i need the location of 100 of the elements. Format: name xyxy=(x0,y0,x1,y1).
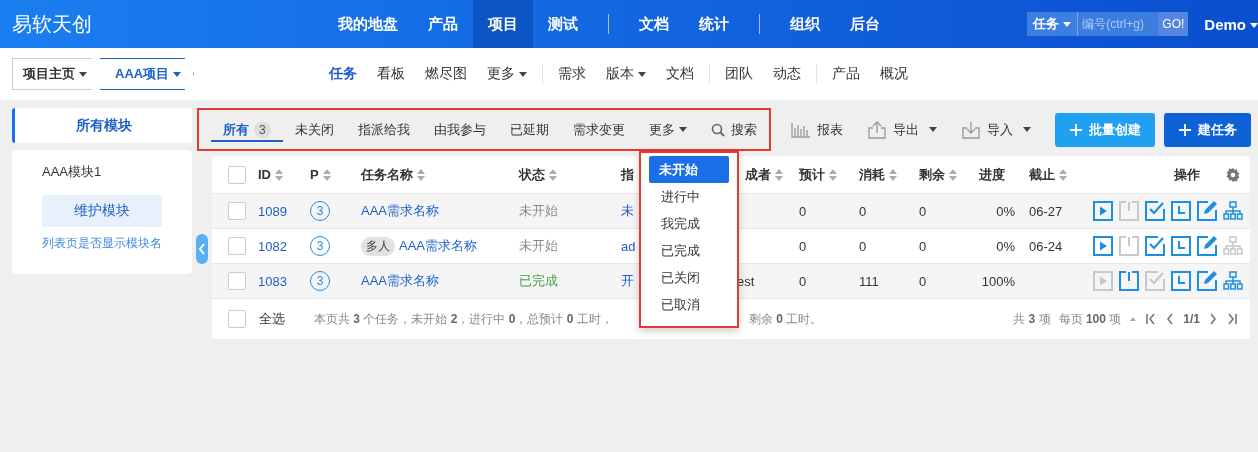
row-checkbox[interactable] xyxy=(228,272,246,290)
column-header[interactable]: ID xyxy=(258,167,271,182)
report-button[interactable]: 报表 xyxy=(790,120,843,139)
filter-tab[interactable]: 未关闭 xyxy=(282,110,346,149)
settings-icon[interactable] xyxy=(1226,167,1240,182)
column-header[interactable]: 状态 xyxy=(519,165,545,184)
task-name[interactable]: AAA需求名称 xyxy=(399,237,477,255)
import-button[interactable]: 导入 xyxy=(960,120,1031,139)
column-header[interactable]: 截止 xyxy=(1029,165,1055,184)
go-button[interactable]: GO! xyxy=(1158,12,1189,36)
clock-icon[interactable] xyxy=(1171,236,1191,256)
nav-tab[interactable]: 项目 xyxy=(473,0,534,48)
more-tab[interactable]: 更多 xyxy=(636,110,699,149)
column-header[interactable]: 指 xyxy=(621,165,634,184)
sort-icon[interactable] xyxy=(889,168,897,181)
column-header[interactable]: 剩余 xyxy=(919,165,945,184)
menu-item[interactable]: 未开始 xyxy=(648,156,729,183)
previous-page-icon[interactable] xyxy=(1165,313,1176,325)
search-field[interactable]: 编号(ctrl+g) xyxy=(1078,12,1159,36)
nav-tab[interactable]: 后台 xyxy=(835,0,896,48)
type-select[interactable]: 任务 xyxy=(1027,12,1079,36)
task-name[interactable]: AAA需求名称 xyxy=(361,272,439,290)
sort-icon[interactable] xyxy=(775,168,783,181)
checkbox[interactable] xyxy=(228,165,246,184)
edit-icon[interactable] xyxy=(1197,236,1217,256)
module-tab[interactable]: 所有模块 xyxy=(12,108,192,143)
nav-tab[interactable]: 版本 xyxy=(596,65,656,83)
nav-tab[interactable]: 任务 xyxy=(319,65,367,83)
assignee[interactable]: ad xyxy=(621,238,636,254)
first-page-icon[interactable] xyxy=(1145,313,1158,325)
nav-tab[interactable]: 我的地盘 xyxy=(323,0,414,48)
assignee[interactable]: 未 xyxy=(621,202,634,220)
nav-tab[interactable]: 燃尽图 xyxy=(415,65,477,83)
nav-tab[interactable]: 测试 xyxy=(533,0,594,48)
page-size-select[interactable]: 每页 100 项 xyxy=(1058,310,1122,328)
tree-icon[interactable] xyxy=(1223,201,1243,221)
next-page-icon[interactable] xyxy=(1208,313,1218,325)
column-header[interactable]: P xyxy=(310,167,319,182)
sort-icon[interactable] xyxy=(322,168,331,181)
nav-tab[interactable]: 产品 xyxy=(822,65,870,83)
edit-icon[interactable] xyxy=(1197,271,1217,291)
tree-icon[interactable] xyxy=(1223,271,1243,291)
finish-icon[interactable] xyxy=(1119,271,1139,291)
search-tab[interactable]: 搜索 xyxy=(698,110,769,149)
check-icon[interactable] xyxy=(1145,236,1165,256)
user-menu[interactable]: Demo xyxy=(1204,15,1258,33)
sort-icon[interactable] xyxy=(949,168,957,181)
filter-tab[interactable]: 由我参与 xyxy=(421,110,498,149)
clock-icon[interactable] xyxy=(1171,271,1191,291)
column-header[interactable]: 消耗 xyxy=(859,165,885,184)
nav-tab[interactable]: 更多 xyxy=(477,65,537,83)
nav-tab[interactable]: 文档 xyxy=(624,0,685,48)
row-checkbox[interactable] xyxy=(228,237,246,255)
nav-tab[interactable]: 需求 xyxy=(548,65,596,83)
breadcrumb[interactable]: AAA项目 xyxy=(100,58,194,90)
nav-tab[interactable]: 统计 xyxy=(684,0,745,48)
filter-tab[interactable]: 指派给我 xyxy=(345,110,422,149)
task-id[interactable]: 1089 xyxy=(258,203,287,219)
nav-tab[interactable]: 文档 xyxy=(656,65,704,83)
nav-tab[interactable]: 组织 xyxy=(775,0,836,48)
menu-item[interactable]: 我完成 xyxy=(648,210,729,237)
menu-item[interactable]: 已取消 xyxy=(648,291,729,318)
start-icon[interactable] xyxy=(1093,201,1113,221)
select-all-checkbox[interactable] xyxy=(228,310,246,328)
filter-tab[interactable]: 需求变更 xyxy=(560,110,637,149)
sort-icon[interactable] xyxy=(1059,168,1067,181)
start-icon[interactable] xyxy=(1093,236,1113,256)
clock-icon[interactable] xyxy=(1171,201,1191,221)
task-name[interactable]: AAA需求名称 xyxy=(361,202,439,220)
assignee[interactable]: 开 xyxy=(621,272,634,290)
column-header[interactable]: 预计 xyxy=(799,165,825,184)
nav-tab[interactable]: 看板 xyxy=(367,65,415,83)
task-id[interactable]: 1082 xyxy=(258,238,287,254)
column-header[interactable]: 成者 xyxy=(745,165,771,184)
column-header[interactable]: 进度 xyxy=(979,165,1005,184)
menu-item[interactable]: 进行中 xyxy=(648,183,729,210)
filter-tab[interactable]: 已延期 xyxy=(497,110,561,149)
sort-icon[interactable] xyxy=(417,168,425,181)
nav-tab[interactable]: 概况 xyxy=(870,65,918,83)
filter-tab[interactable]: 所有 3 xyxy=(211,117,283,142)
check-icon[interactable] xyxy=(1145,201,1165,221)
row-checkbox[interactable] xyxy=(228,202,246,220)
task-id[interactable]: 1083 xyxy=(258,273,287,289)
module-item[interactable]: AAA模块1 xyxy=(42,163,102,181)
nav-tab[interactable]: 产品 xyxy=(413,0,474,48)
export-button[interactable]: 导出 xyxy=(866,120,937,139)
sort-icon[interactable] xyxy=(275,168,283,181)
column-header[interactable]: 任务名称 xyxy=(361,165,413,184)
setting-link[interactable]: 列表页是否显示模块名 xyxy=(42,235,162,252)
create-task-button[interactable]: 建任务 xyxy=(1163,112,1251,147)
collapse-handle[interactable] xyxy=(196,234,208,264)
edit-icon[interactable] xyxy=(1197,201,1217,221)
menu-item[interactable]: 已完成 xyxy=(648,237,729,264)
menu-item[interactable]: 已关闭 xyxy=(648,264,729,291)
column-header[interactable]: 操作 xyxy=(1173,165,1200,184)
sort-icon[interactable] xyxy=(549,168,557,181)
sort-icon[interactable] xyxy=(829,168,837,181)
maintain-button[interactable]: 维护模块 xyxy=(42,195,162,227)
last-page-icon[interactable] xyxy=(1226,313,1238,325)
nav-tab[interactable]: 动态 xyxy=(763,65,811,83)
